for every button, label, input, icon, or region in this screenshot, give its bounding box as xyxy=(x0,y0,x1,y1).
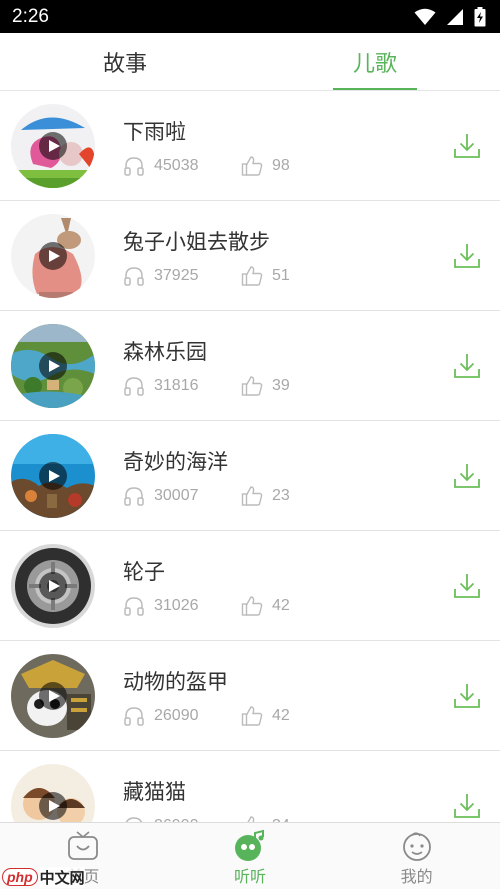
like-count: 39 xyxy=(272,377,290,394)
play-count: 31026 xyxy=(154,597,199,614)
watermark: php 中文网 xyxy=(2,866,85,888)
headphones-icon xyxy=(124,487,144,506)
list-item[interactable]: 奇妙的海洋 30007 23 xyxy=(0,421,500,531)
download-icon[interactable] xyxy=(453,792,481,820)
thumbs-up-icon xyxy=(241,156,263,176)
song-title: 藏猫猫 xyxy=(123,780,186,804)
category-tabs: 故事 儿歌 xyxy=(0,33,500,91)
headphones-icon xyxy=(124,377,144,396)
wifi-icon xyxy=(414,8,436,25)
tab-stories[interactable]: 故事 xyxy=(0,33,250,90)
like-count: 42 xyxy=(272,597,290,614)
download-icon[interactable] xyxy=(453,682,481,710)
nav-listen[interactable]: 听听 xyxy=(167,823,334,889)
list-item[interactable]: 轮子 31026 42 xyxy=(0,531,500,641)
download-icon[interactable] xyxy=(453,242,481,270)
thumbs-up-icon xyxy=(241,706,263,726)
nav-listen-label: 听听 xyxy=(234,867,267,886)
play-icon xyxy=(39,352,67,380)
music-icon xyxy=(235,829,264,861)
play-count: 26090 xyxy=(154,707,199,724)
song-thumbnail[interactable] xyxy=(11,324,95,408)
list-item[interactable]: 兔子小姐去散步 37925 51 xyxy=(0,201,500,311)
tab-songs[interactable]: 儿歌 xyxy=(250,33,500,90)
play-icon xyxy=(39,572,67,600)
thumbs-up-icon xyxy=(241,266,263,286)
song-meta: 26090 42 xyxy=(123,705,290,727)
song-thumbnail[interactable] xyxy=(11,434,95,518)
play-icon xyxy=(39,462,67,490)
nav-me[interactable]: 我的 xyxy=(333,823,500,889)
status-icons xyxy=(414,6,486,27)
status-time: 2:26 xyxy=(12,5,49,27)
battery-icon xyxy=(474,6,486,26)
song-meta: 26990 34 xyxy=(123,815,290,822)
list-item[interactable]: 下雨啦 45038 98 xyxy=(0,91,500,201)
song-meta: 37925 51 xyxy=(123,265,290,287)
song-meta: 31816 39 xyxy=(123,375,290,397)
song-title: 动物的盔甲 xyxy=(123,670,228,694)
headphones-icon xyxy=(125,817,143,822)
download-icon[interactable] xyxy=(453,462,481,490)
status-bar: 2:26 xyxy=(0,0,500,33)
tab-songs-label: 儿歌 xyxy=(352,51,397,77)
song-list: 下雨啦 45038 98 兔子小姐去散步 37925 51 森林乐园 31816… xyxy=(0,91,500,822)
thumbs-up-icon xyxy=(241,486,263,506)
thumbs-up-icon xyxy=(247,816,255,822)
tab-stories-label: 故事 xyxy=(102,51,147,77)
headphones-icon xyxy=(124,157,144,176)
headphones-icon xyxy=(124,267,144,286)
song-thumbnail[interactable] xyxy=(11,214,95,298)
song-thumbnail[interactable] xyxy=(11,104,95,188)
like-count: 42 xyxy=(272,707,290,724)
like-count: 98 xyxy=(272,157,290,174)
headphones-icon xyxy=(124,597,144,616)
thumbs-up-icon xyxy=(241,376,263,396)
play-icon xyxy=(39,132,67,160)
download-icon[interactable] xyxy=(453,572,481,600)
song-meta: 31026 42 xyxy=(123,595,290,617)
list-item[interactable]: 藏猫猫 26990 34 xyxy=(0,751,500,822)
play-icon xyxy=(39,792,67,820)
song-meta: 30007 23 xyxy=(123,485,290,507)
song-thumbnail[interactable] xyxy=(11,654,95,738)
nav-me-label: 我的 xyxy=(400,867,433,886)
list-item[interactable]: 动物的盔甲 26090 42 xyxy=(0,641,500,751)
tv-icon xyxy=(68,831,99,860)
song-title: 奇妙的海洋 xyxy=(123,450,228,474)
play-icon xyxy=(39,682,67,710)
watermark-text: 中文网 xyxy=(39,866,85,888)
play-count: 31816 xyxy=(154,377,199,394)
signal-icon xyxy=(447,8,463,25)
headphones-icon xyxy=(124,707,144,726)
thumbs-up-icon xyxy=(241,596,263,616)
song-thumbnail[interactable] xyxy=(11,764,95,822)
song-title: 轮子 xyxy=(123,560,165,584)
list-item[interactable]: 森林乐园 31816 39 xyxy=(0,311,500,421)
play-count: 37925 xyxy=(154,267,199,284)
song-title: 兔子小姐去散步 xyxy=(123,230,270,254)
like-count: 23 xyxy=(272,487,290,504)
song-title: 下雨啦 xyxy=(123,120,186,144)
song-title: 森林乐园 xyxy=(123,340,207,364)
like-count: 51 xyxy=(272,267,290,284)
song-thumbnail[interactable] xyxy=(11,544,95,628)
play-count: 30007 xyxy=(154,487,199,504)
song-meta: 45038 98 xyxy=(123,155,290,177)
download-icon[interactable] xyxy=(453,132,481,160)
watermark-logo: php xyxy=(2,868,38,886)
download-icon[interactable] xyxy=(453,352,481,380)
play-icon xyxy=(39,242,67,270)
baby-face-icon xyxy=(402,832,431,861)
play-count: 45038 xyxy=(154,157,199,174)
